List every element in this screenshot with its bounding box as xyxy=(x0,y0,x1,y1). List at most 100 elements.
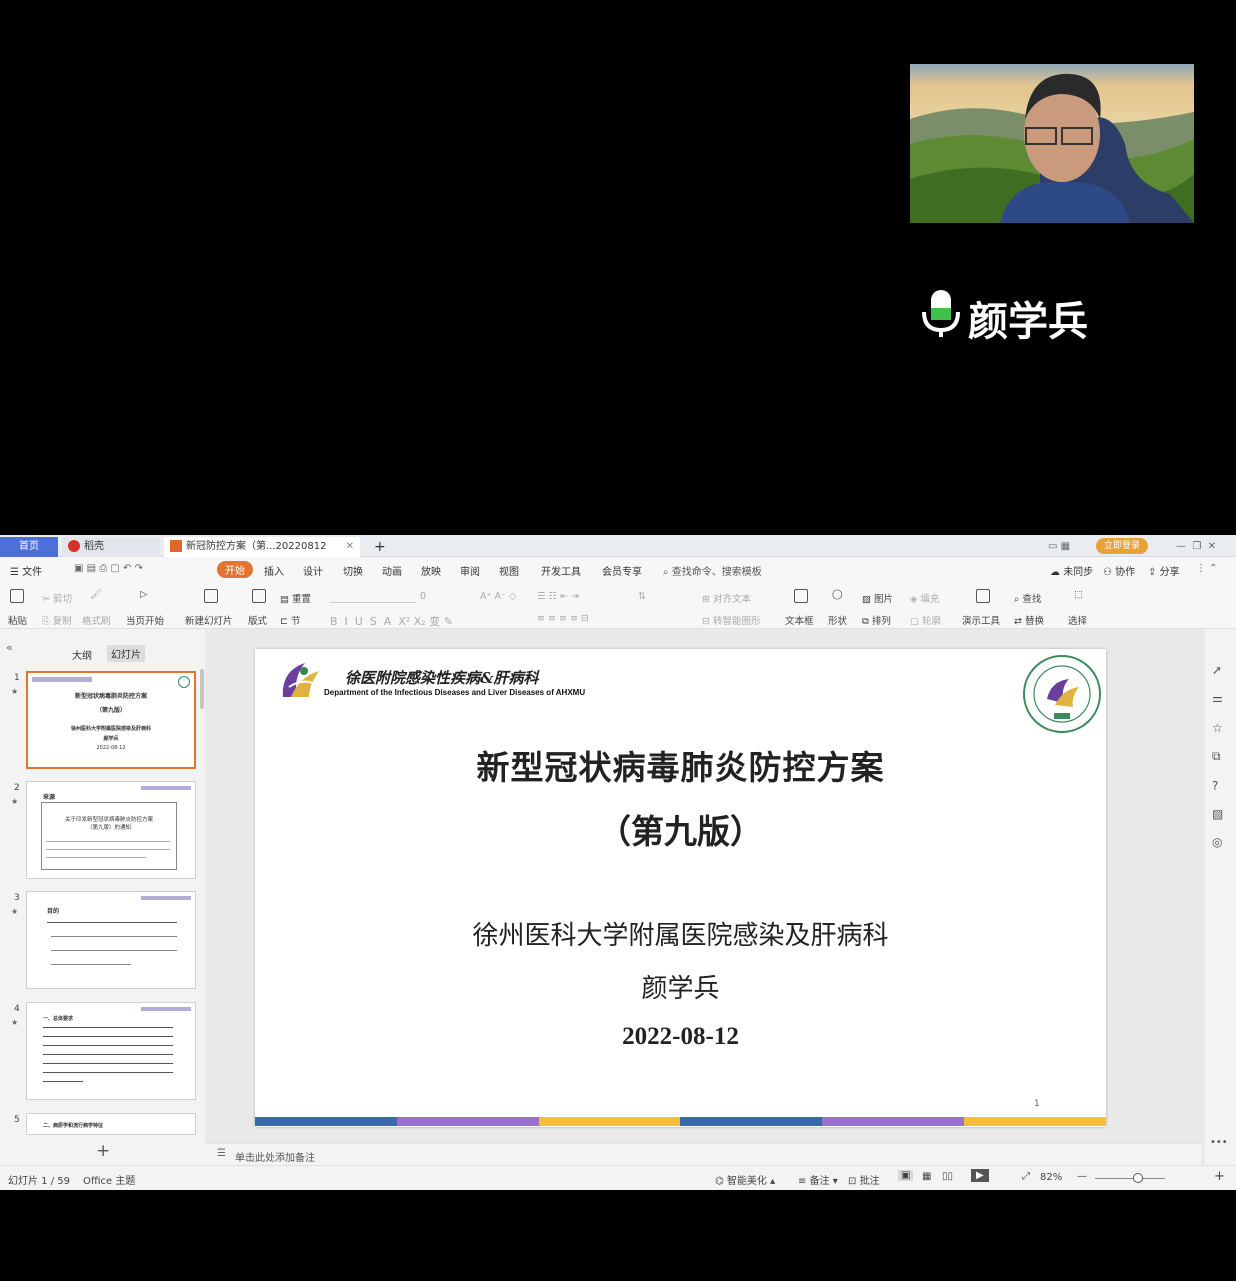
menu-developer[interactable]: 开发工具 xyxy=(541,563,581,578)
shape-icon[interactable]: ◯ xyxy=(832,589,843,600)
slide-panel: « 大纲 幻灯片 1 ★ 新型冠状病毒肺炎防控方案 （第九版） 徐州医科大学附属… xyxy=(0,629,205,1169)
list-icons[interactable]: ☰ ☷ ⇤ ⇥ xyxy=(537,591,579,602)
font-grow-icons[interactable]: A⁺ A⁻ ◇ xyxy=(480,591,516,602)
layout-button-icon[interactable] xyxy=(252,589,266,603)
new-tab-button[interactable]: + xyxy=(368,537,392,557)
section-button[interactable]: ⊏ 节 xyxy=(280,613,301,627)
fill-button[interactable]: ◈ 填充 xyxy=(910,591,939,605)
shape-label[interactable]: 形状 xyxy=(828,613,847,627)
settings-slider-icon[interactable]: ⚌ xyxy=(1212,691,1223,705)
zoom-level[interactable]: 82% xyxy=(1040,1172,1062,1183)
tab-outline[interactable]: 大纲 xyxy=(72,647,92,662)
fit-icon[interactable]: ⤢ xyxy=(1022,1171,1030,1182)
tab-wps[interactable]: 稻壳 xyxy=(62,537,160,557)
slide-thumbnail-2[interactable]: 来源 关于印发新型冠状病毒肺炎防控方案 （第九版）的通知 xyxy=(26,781,196,879)
notes-toggle[interactable]: ≡ 备注 ▾ xyxy=(798,1172,838,1187)
slide-thumbnail-1[interactable]: 新型冠状病毒肺炎防控方案 （第九版） 徐州医科大学附属医院感染及肝病科 颜学兵 … xyxy=(26,671,196,769)
find-button[interactable]: ⌕ 查找 xyxy=(1014,591,1041,605)
text-direction-icon[interactable]: ⇅ xyxy=(638,591,646,602)
menu-insert[interactable]: 插入 xyxy=(264,563,284,578)
window-controls[interactable]: — ❐ ✕ xyxy=(1170,537,1222,557)
arrange-button[interactable]: ⧉ 排列 xyxy=(862,613,891,627)
main-slide[interactable]: 徐医附院感染性疾病&肝病科 Department of the Infectio… xyxy=(255,649,1106,1127)
select-label[interactable]: 选择 xyxy=(1068,613,1087,627)
menu-transition[interactable]: 切换 xyxy=(343,563,363,578)
smartart-button[interactable]: ⊟ 转智能图形 xyxy=(702,613,761,627)
play-from-current-label[interactable]: 当页开始 xyxy=(126,613,164,627)
paste-button[interactable] xyxy=(10,589,24,603)
menu-member[interactable]: 会员专享 xyxy=(602,563,642,578)
layout-icon[interactable]: ▭ ▦ xyxy=(1042,537,1076,557)
present-tools-label[interactable]: 演示工具 xyxy=(962,613,1000,627)
zoom-in-icon[interactable]: + xyxy=(1214,1169,1225,1184)
zoom-out-icon[interactable]: — xyxy=(1077,1171,1087,1182)
textbox-label[interactable]: 文本框 xyxy=(785,613,814,627)
close-icon[interactable]: ✕ xyxy=(346,537,354,557)
reset-button[interactable]: ▤ 重置 xyxy=(280,591,311,605)
share-button[interactable]: ⇪ 分享 xyxy=(1148,563,1180,578)
select-icon[interactable]: ⬚ xyxy=(1074,589,1083,600)
new-slide-label[interactable]: 新建幻灯片 xyxy=(185,613,233,627)
menu-design[interactable]: 设计 xyxy=(303,563,323,578)
layout-label[interactable]: 版式 xyxy=(248,613,267,627)
normal-view-icon[interactable]: ▣ xyxy=(898,1170,914,1181)
slide-thumbnail-5[interactable]: 二、病原学和流行病学特征 xyxy=(26,1113,196,1135)
quick-access-toolbar[interactable]: ▣ ▤ ⎙ ▢ ↶ ↷ xyxy=(74,563,143,574)
location-icon[interactable]: ◎ xyxy=(1212,835,1222,849)
outline-button[interactable]: ▢ 轮廓 xyxy=(910,613,941,627)
format-painter-icon[interactable]: 🖌 xyxy=(90,589,102,600)
image-icon[interactable]: ▨ xyxy=(1212,807,1223,821)
login-button[interactable]: 立即登录 xyxy=(1096,538,1149,554)
speaker-name: 颜学兵 xyxy=(968,299,1088,345)
more-icon[interactable]: ⋮ ⌃ xyxy=(1196,563,1218,574)
rocket-icon[interactable]: ➚ xyxy=(1212,663,1222,677)
collab-button[interactable]: ⚇ 协作 xyxy=(1103,563,1135,578)
copy-icon[interactable]: ⧉ xyxy=(1212,749,1221,764)
textbox-icon[interactable] xyxy=(794,589,808,603)
collapse-icon[interactable]: « xyxy=(6,641,13,654)
cut-button[interactable]: ✂ 剪切 xyxy=(42,591,72,605)
menu-review[interactable]: 审阅 xyxy=(460,563,480,578)
copy-button[interactable]: ⎘ 复制 xyxy=(42,613,72,627)
star-outline-icon[interactable]: ☆ xyxy=(1212,721,1223,735)
font-name-select[interactable] xyxy=(330,591,416,603)
reading-view-icon[interactable]: ▯▯ xyxy=(942,1171,953,1182)
add-slide-button[interactable]: + xyxy=(96,1141,110,1161)
comment-toggle[interactable]: ⊡ 批注 xyxy=(848,1172,880,1187)
star-icon: ★ xyxy=(11,797,19,806)
present-tools-icon[interactable] xyxy=(976,589,990,603)
menu-view[interactable]: 视图 xyxy=(499,563,519,578)
grid-view-icon[interactable]: ▦ xyxy=(922,1171,931,1182)
zoom-slider-handle[interactable] xyxy=(1133,1173,1143,1183)
help-icon[interactable]: ? xyxy=(1212,779,1218,793)
format-painter-label: 格式刷 xyxy=(82,616,111,627)
menu-animation[interactable]: 动画 xyxy=(382,563,402,578)
menu-file[interactable]: ☰ 文件 xyxy=(10,563,42,578)
menu-slideshow[interactable]: 放映 xyxy=(421,563,441,578)
command-search[interactable]: ⌕ 查找命令、搜索模板 xyxy=(663,563,762,578)
zoom-slider[interactable] xyxy=(1095,1178,1165,1179)
align-text-button[interactable]: ⊞ 对齐文本 xyxy=(702,591,751,605)
more-options-icon[interactable]: ••• xyxy=(1210,1137,1228,1148)
panel-scrollbar[interactable] xyxy=(200,669,204,709)
notes-area[interactable]: ☰ 单击此处添加备注 xyxy=(205,1143,1201,1165)
align-icons[interactable]: ≡ ≡ ≡ ≡ ⊟ xyxy=(537,613,589,624)
tab-document[interactable]: 新冠防控方案（第...20220812 ✕ xyxy=(164,537,360,557)
font-style-icons[interactable]: B I U S A X² X₂ 变 ✎ xyxy=(330,613,453,629)
new-slide-icon[interactable] xyxy=(204,589,218,603)
beautify-button[interactable]: ⌬ 智能美化 ▴ xyxy=(715,1172,775,1187)
font-size-select[interactable]: 0 xyxy=(420,591,426,602)
play-from-current-icon[interactable]: ▷ xyxy=(140,589,147,600)
sync-status[interactable]: ☁ 未同步 xyxy=(1050,563,1093,578)
play-icon[interactable]: ▶ xyxy=(971,1169,989,1182)
picture-button[interactable]: ▨ 图片 xyxy=(862,591,893,605)
color-bar-segment xyxy=(822,1117,964,1126)
slide-thumbnail-3[interactable]: 目的 xyxy=(26,891,196,989)
tab-home[interactable]: 首页 xyxy=(0,537,58,557)
theme-name[interactable]: Office 主题 xyxy=(83,1172,135,1187)
menu-start[interactable]: 开始 xyxy=(217,561,253,578)
slide-thumbnail-4[interactable]: 一、总体要求 xyxy=(26,1002,196,1100)
star-icon: ★ xyxy=(11,687,19,696)
replace-button[interactable]: ⇄ 替换 xyxy=(1014,613,1044,627)
tab-slides[interactable]: 幻灯片 xyxy=(107,645,145,662)
